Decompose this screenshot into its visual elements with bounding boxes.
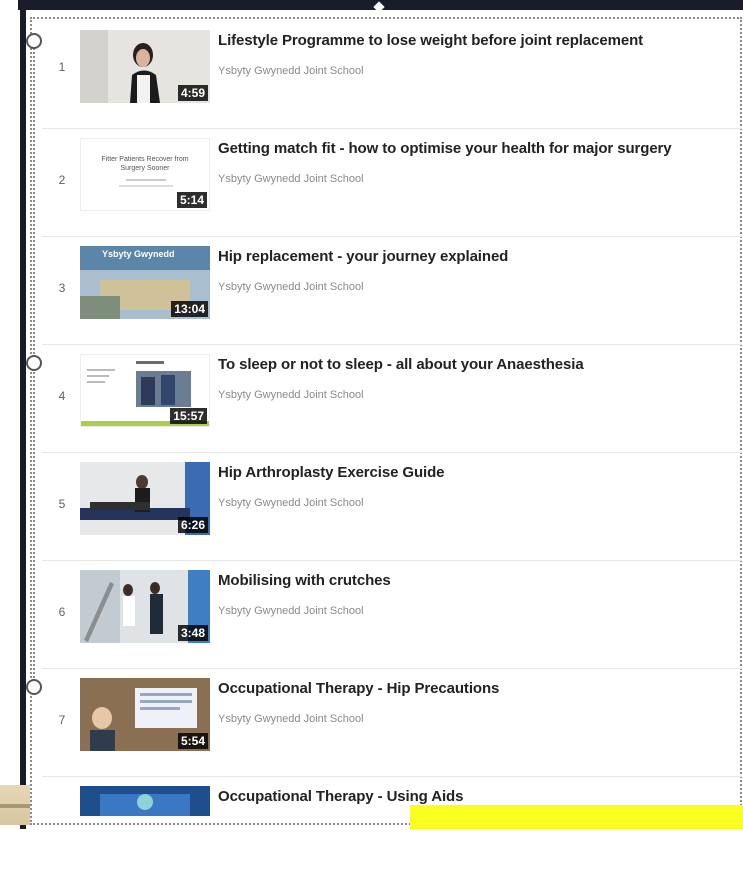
channel-name[interactable]: Ysbyty Gwynedd Joint School — [218, 173, 364, 185]
video-thumbnail[interactable]: Fitter Patients Recover from Surgery Soo… — [80, 138, 210, 211]
channel-name[interactable]: Ysbyty Gwynedd Joint School — [218, 497, 364, 509]
playlist-item[interactable]: 6 3:48 Mobilising with crutches Ysbyty G… — [42, 560, 742, 669]
playlist-item[interactable]: 3 Ysbyty Gwynedd 13:04 Hip replacement -… — [42, 236, 742, 345]
video-thumbnail[interactable]: Ysbyty Gwynedd 13:04 — [80, 246, 210, 319]
channel-name[interactable]: Ysbyty Gwynedd Joint School — [218, 281, 364, 293]
item-index: 3 — [58, 281, 66, 295]
left-frame-bar — [20, 10, 26, 829]
video-thumbnail[interactable]: 4:59 — [80, 30, 210, 103]
video-duration: 5:14 — [176, 192, 207, 208]
video-title[interactable]: Occupational Therapy - Hip Precautions — [218, 680, 499, 697]
playlist-item[interactable]: 4 15:57 To sleep or not to sleep - all a… — [42, 344, 742, 453]
video-title[interactable]: Hip Arthroplasty Exercise Guide — [218, 464, 445, 481]
highlight-block — [410, 805, 743, 829]
video-title[interactable]: Hip replacement - your journey explained — [218, 248, 508, 265]
video-thumbnail[interactable] — [80, 786, 210, 816]
channel-name[interactable]: Ysbyty Gwynedd Joint School — [218, 605, 364, 617]
item-index: 7 — [58, 713, 66, 727]
video-title[interactable]: Getting match fit - how to optimise your… — [218, 140, 672, 157]
video-thumbnail[interactable]: 5:54 — [80, 678, 210, 751]
thumbnail-banner-text: Ysbyty Gwynedd — [102, 249, 175, 259]
video-title[interactable]: To sleep or not to sleep - all about you… — [218, 356, 584, 373]
selection-handle-bottom[interactable] — [26, 679, 42, 695]
video-title[interactable]: Occupational Therapy - Using Aids — [218, 788, 463, 805]
video-duration: 5:54 — [177, 733, 208, 749]
item-index: 1 — [58, 60, 66, 74]
video-duration: 15:57 — [170, 408, 207, 424]
selection-handle-top[interactable] — [26, 33, 42, 49]
playlist-item[interactable]: Occupational Therapy - Using Aids — [42, 776, 742, 884]
playlist-item[interactable]: 2 Fitter Patients Recover from Surgery S… — [42, 128, 742, 237]
thumbnail-image — [80, 786, 210, 816]
top-bar — [18, 0, 743, 13]
background-stripe — [0, 804, 30, 808]
channel-name[interactable]: Ysbyty Gwynedd Joint School — [218, 389, 364, 401]
playlist-item[interactable]: 5 6:26 Hip Arthroplasty Exercise Guide Y… — [42, 452, 742, 561]
video-thumbnail[interactable]: 3:48 — [80, 570, 210, 643]
playlist-item[interactable]: 1 4:59 Lifestyle Programme to lose weigh… — [42, 20, 742, 129]
playlist-item[interactable]: 7 5:54 Occupational Therapy - Hip Precau… — [42, 668, 742, 777]
video-title[interactable]: Lifestyle Programme to lose weight befor… — [218, 32, 643, 49]
video-title[interactable]: Mobilising with crutches — [218, 572, 391, 589]
video-thumbnail[interactable]: 15:57 — [80, 354, 210, 427]
video-thumbnail[interactable]: 6:26 — [80, 462, 210, 535]
video-duration: 4:59 — [177, 85, 208, 101]
item-index: 2 — [58, 173, 66, 187]
video-duration: 6:26 — [177, 517, 208, 533]
video-duration: 13:04 — [171, 301, 208, 317]
item-index: 6 — [58, 605, 66, 619]
video-duration: 3:48 — [177, 625, 208, 641]
item-index: 5 — [58, 497, 66, 511]
selection-handle-middle[interactable] — [26, 355, 42, 371]
channel-name[interactable]: Ysbyty Gwynedd Joint School — [218, 713, 364, 725]
item-index: 4 — [58, 389, 66, 403]
top-notch — [373, 1, 385, 13]
channel-name[interactable]: Ysbyty Gwynedd Joint School — [218, 65, 364, 77]
